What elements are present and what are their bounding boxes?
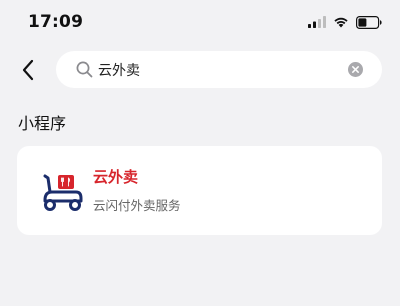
status-bar: 17:09 <box>0 0 400 44</box>
chevron-left-icon <box>22 59 34 81</box>
back-button[interactable] <box>12 54 44 86</box>
status-icons <box>308 14 382 30</box>
mini-program-description: 云闪付外卖服务 <box>93 198 181 213</box>
clear-icon[interactable] <box>348 62 363 77</box>
search-input[interactable] <box>98 51 338 88</box>
search-bar[interactable] <box>56 51 382 88</box>
cellular-signal-icon <box>308 16 326 28</box>
mini-program-name: 云外卖 <box>93 168 139 186</box>
section-title-mini-programs: 小程序 <box>18 114 67 133</box>
search-icon <box>76 61 93 78</box>
scooter-delivery-logo-icon <box>43 174 83 211</box>
wifi-icon <box>334 17 348 28</box>
battery-icon <box>356 15 382 29</box>
status-time: 17:09 <box>28 12 84 32</box>
mini-program-result-card[interactable]: 云外卖 云闪付外卖服务 <box>17 146 382 235</box>
